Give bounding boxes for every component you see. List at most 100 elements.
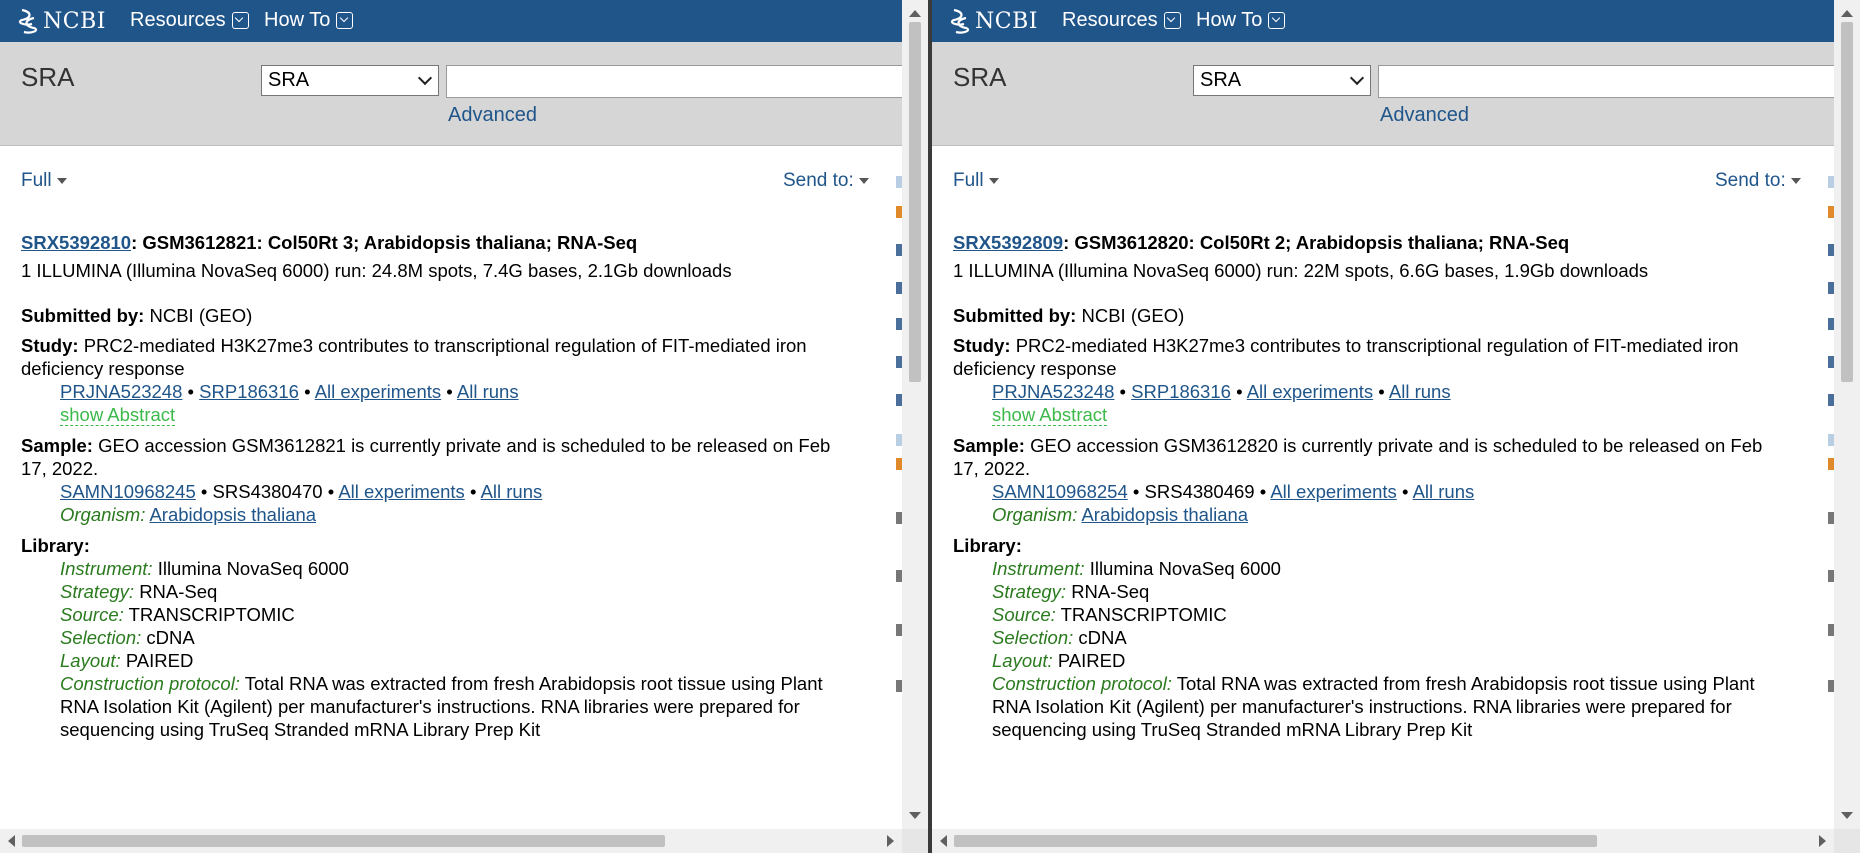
ncbi-logo-icon <box>18 8 38 34</box>
run-summary: 1 ILLUMINA (Illumina NovaSeq 6000) run: … <box>953 260 1649 281</box>
vertical-scrollbar[interactable] <box>902 0 928 829</box>
study-title: PRC2-mediated H3K27me3 contributes to tr… <box>83 335 807 356</box>
srp-link[interactable]: SRP186316 <box>199 381 299 402</box>
database-select[interactable]: SRA <box>261 65 439 96</box>
scroll-down-arrow-icon[interactable] <box>909 812 921 819</box>
biosample-link[interactable]: SAMN10968245 <box>60 481 196 502</box>
advanced-search-link[interactable]: Advanced <box>448 104 537 127</box>
submitted-by-value: NCBI (GEO) <box>149 305 253 326</box>
record-title-text: : GSM3612820: Col50Rt 2; Arabidopsis tha… <box>1063 232 1570 253</box>
sample-links: SAMN10968245 • SRS4380470 • All experime… <box>60 481 542 503</box>
ncbi-header: NCBI Resources How To <box>0 0 902 42</box>
protocol-text-cont: RNA Isolation Kit (Agilent) per manufact… <box>60 696 800 717</box>
ncbi-logo[interactable]: NCBI <box>18 7 106 35</box>
horizontal-scroll-thumb[interactable] <box>22 835 665 847</box>
scroll-right-arrow-icon[interactable] <box>887 835 894 847</box>
search-input[interactable] <box>446 65 916 98</box>
sample-all-experiments-link[interactable]: All experiments <box>1270 481 1396 502</box>
biosample-link[interactable]: SAMN10968254 <box>992 481 1128 502</box>
resources-menu[interactable]: Resources <box>1062 9 1181 32</box>
study-label: Study: <box>953 335 1011 356</box>
strategy-line: Strategy: RNA-Seq <box>60 581 217 603</box>
send-to-menu[interactable]: Send to: <box>783 170 869 192</box>
experiment-accession-link[interactable]: SRX5392810 <box>21 232 131 253</box>
show-abstract-toggle[interactable]: show Abstract <box>992 404 1108 426</box>
resources-menu[interactable]: Resources <box>130 9 249 32</box>
library-label: Library: <box>953 535 1022 556</box>
srp-link[interactable]: SRP186316 <box>1131 381 1231 402</box>
ncbi-logo[interactable]: NCBI <box>950 7 1038 35</box>
display-format-menu[interactable]: Full <box>953 170 999 192</box>
experiment-accession-link[interactable]: SRX5392809 <box>953 232 1063 253</box>
source-label: Source: <box>992 604 1056 625</box>
scroll-down-arrow-icon[interactable] <box>1841 812 1853 819</box>
send-to-label: Send to: <box>783 170 854 191</box>
horizontal-scrollbar[interactable] <box>932 829 1834 853</box>
organism-link[interactable]: Arabidopsis thaliana <box>1081 504 1248 525</box>
separator: • <box>1378 381 1385 402</box>
advanced-search-link[interactable]: Advanced <box>1380 104 1469 127</box>
layout-value: PAIRED <box>1057 650 1126 671</box>
scrollbar-corner <box>1834 829 1860 853</box>
vertical-scroll-thumb[interactable] <box>1841 22 1853 382</box>
submitted-by-label: Submitted by: <box>21 305 145 326</box>
scroll-left-arrow-icon[interactable] <box>8 835 15 847</box>
separator: • <box>1401 481 1409 502</box>
organism-link[interactable]: Arabidopsis thaliana <box>149 504 316 525</box>
study-all-runs-link[interactable]: All runs <box>1389 381 1451 402</box>
show-abstract-toggle[interactable]: show Abstract <box>60 404 176 426</box>
sample-label: Sample: <box>953 435 1025 456</box>
selection-value: cDNA <box>1078 627 1127 648</box>
database-select-value: SRA <box>268 69 310 91</box>
protocol-text: Total RNA was extracted from fresh Arabi… <box>1176 673 1755 694</box>
study-all-runs-link[interactable]: All runs <box>457 381 519 402</box>
howto-menu[interactable]: How To <box>1196 9 1286 32</box>
organism-label: Organism: <box>60 504 146 525</box>
ncbi-logo-text: NCBI <box>43 8 106 34</box>
howto-menu[interactable]: How To <box>264 9 354 32</box>
study-line: Study: PRC2-mediated H3K27me3 contribute… <box>953 335 1739 357</box>
sample-line: Sample: GEO accession GSM3612820 is curr… <box>953 435 1762 457</box>
scroll-up-arrow-icon[interactable] <box>1841 10 1853 17</box>
vertical-scrollbar[interactable] <box>1834 0 1860 829</box>
scroll-up-arrow-icon[interactable] <box>909 10 921 17</box>
scroll-right-arrow-icon[interactable] <box>1819 835 1826 847</box>
horizontal-scrollbar[interactable] <box>0 829 902 853</box>
database-select[interactable]: SRA <box>1193 65 1371 96</box>
selection-label: Selection: <box>992 627 1074 648</box>
protocol-text-cont: sequencing using TruSeq Stranded mRNA Li… <box>60 719 541 740</box>
display-format-menu[interactable]: Full <box>21 170 67 192</box>
ncbi-logo-text: NCBI <box>975 8 1038 34</box>
caret-down-icon <box>56 177 67 184</box>
study-title-cont: deficiency response <box>953 358 1117 379</box>
bioproject-link[interactable]: PRJNA523248 <box>60 381 182 402</box>
scroll-left-arrow-icon[interactable] <box>940 835 947 847</box>
selection-line: Selection: cDNA <box>60 627 195 649</box>
caret-down-icon <box>988 177 999 184</box>
record-content: Full Send to: SRX5392810: GSM3612821: Co… <box>0 146 902 829</box>
sample-line: Sample: GEO accession GSM3612821 is curr… <box>21 435 830 457</box>
chevron-down-icon <box>336 12 354 29</box>
send-to-menu[interactable]: Send to: <box>1715 170 1801 192</box>
study-all-experiments-link[interactable]: All experiments <box>315 381 441 402</box>
bioproject-link[interactable]: PRJNA523248 <box>992 381 1114 402</box>
strategy-label: Strategy: <box>60 581 135 602</box>
sample-all-experiments-link[interactable]: All experiments <box>338 481 464 502</box>
protocol-label: Construction protocol: <box>992 673 1172 694</box>
vertical-scroll-thumb[interactable] <box>909 22 921 382</box>
layout-value: PAIRED <box>125 650 194 671</box>
horizontal-scroll-thumb[interactable] <box>954 835 1597 847</box>
study-line: Study: PRC2-mediated H3K27me3 contribute… <box>21 335 807 357</box>
chevron-down-icon <box>1349 70 1365 86</box>
sample-all-runs-link[interactable]: All runs <box>1413 481 1475 502</box>
sample-all-runs-link[interactable]: All runs <box>481 481 543 502</box>
record-title: SRX5392809: GSM3612820: Col50Rt 2; Arabi… <box>953 232 1569 254</box>
scrollbar-corner <box>902 829 928 853</box>
study-all-experiments-link[interactable]: All experiments <box>1247 381 1373 402</box>
study-links: PRJNA523248 • SRP186316 • All experiment… <box>992 381 1451 403</box>
library-label: Library: <box>21 535 90 556</box>
protocol-text-cont: RNA Isolation Kit (Agilent) per manufact… <box>992 696 1732 717</box>
separator: • <box>187 381 195 402</box>
search-input[interactable] <box>1378 65 1848 98</box>
search-bar: SRA SRA Advanced <box>0 42 916 146</box>
